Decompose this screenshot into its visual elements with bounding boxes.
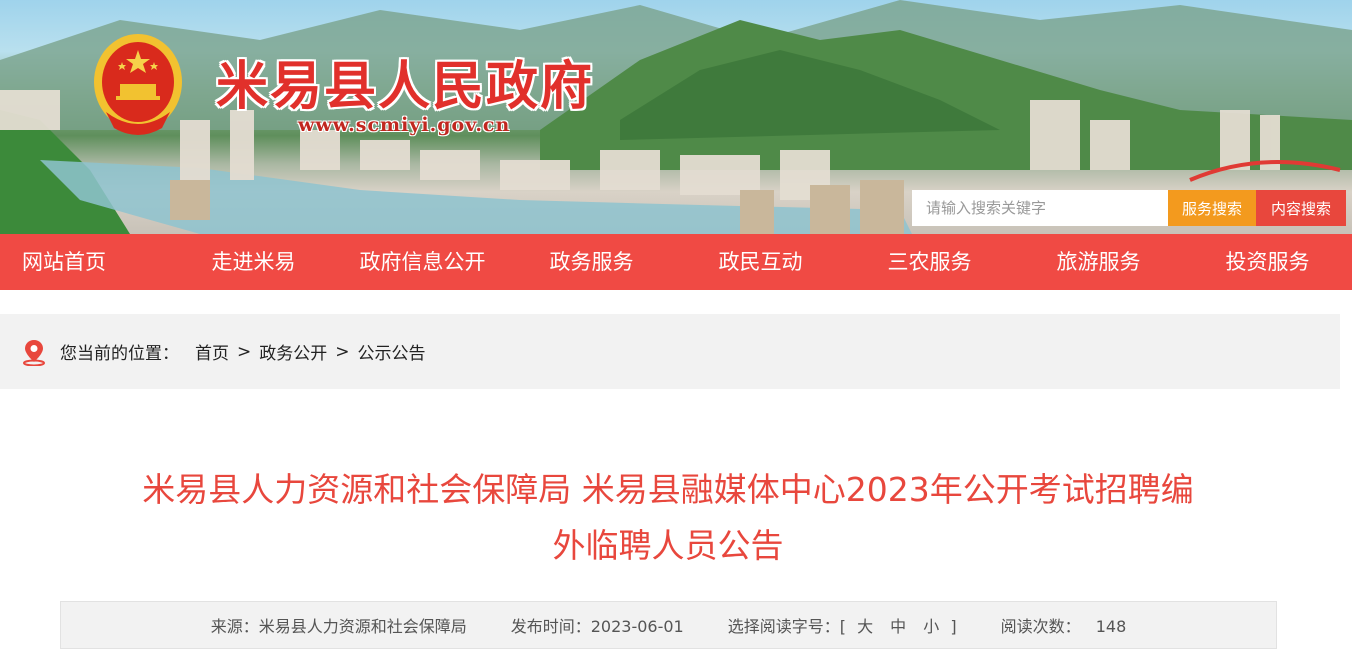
font-size-bracket: ]	[950, 617, 957, 636]
breadcrumb: 您当前的位置： 首页 > 政务公开 > 公示公告	[0, 314, 1340, 389]
nav-item-gov-info[interactable]: 政府信息公开	[338, 234, 507, 290]
font-size-selector: 选择阅读字号：[ 大 中 小 ]	[728, 613, 957, 637]
site-url: www.scmiyi.gov.cn	[298, 114, 511, 136]
breadcrumb-home[interactable]: 首页	[195, 339, 229, 364]
nav-item-agriculture[interactable]: 三农服务	[845, 234, 1014, 290]
header-banner: 米易县人民政府 www.scmiyi.gov.cn 服务搜索 内容搜索	[0, 0, 1352, 234]
nav-item-investment[interactable]: 投资服务	[1183, 234, 1352, 290]
breadcrumb-label: 您当前的位置：	[60, 344, 179, 364]
nav-item-tourism[interactable]: 旅游服务	[1014, 234, 1183, 290]
font-size-label: 选择阅读字号：[	[727, 617, 846, 636]
article-title-line-1: 米易县人力资源和社会保障局 米易县融媒体中心2023年公开考试招聘编	[142, 470, 1194, 509]
nav-item-gov-service[interactable]: 政务服务	[507, 234, 676, 290]
article-source: 来源：米易县人力资源和社会保障局	[210, 617, 467, 636]
font-size-large-button[interactable]: 大	[857, 617, 873, 636]
view-count: 阅读次数： 148	[1001, 613, 1127, 637]
breadcrumb-gov-affairs[interactable]: 政务公开	[259, 339, 327, 364]
main-nav: 网站首页 走进米易 政府信息公开 政务服务 政民互动 三农服务 旅游服务 投资服…	[0, 234, 1352, 290]
search-input[interactable]	[912, 190, 1168, 226]
nav-item-home[interactable]: 网站首页	[0, 234, 169, 290]
location-pin-icon	[23, 339, 45, 366]
view-count-label: 阅读次数：	[1000, 617, 1081, 636]
nav-item-about-miyi[interactable]: 走进米易	[169, 234, 338, 290]
font-size-small-button[interactable]: 小	[923, 617, 939, 636]
site-title: 米易县人民政府	[216, 56, 595, 117]
breadcrumb-separator: >	[335, 341, 350, 362]
article-publish-date: 发布时间：2023-06-01	[510, 617, 684, 636]
view-count-value: 148	[1095, 617, 1127, 636]
breadcrumb-separator: >	[237, 341, 252, 362]
font-size-medium-button[interactable]: 中	[890, 617, 906, 636]
breadcrumb-notices[interactable]: 公示公告	[358, 339, 426, 364]
national-emblem-icon	[94, 34, 182, 135]
nav-item-interaction[interactable]: 政民互动	[676, 234, 845, 290]
content-search-button[interactable]: 内容搜索	[1256, 190, 1346, 226]
article-meta: 来源：米易县人力资源和社会保障局 发布时间：2023-06-01 选择阅读字号：…	[60, 601, 1277, 649]
article-title: 米易县人力资源和社会保障局 米易县融媒体中心2023年公开考试招聘编 外临聘人员…	[60, 462, 1276, 574]
service-search-button[interactable]: 服务搜索	[1168, 190, 1256, 226]
article-title-line-2: 外临聘人员公告	[552, 526, 784, 565]
